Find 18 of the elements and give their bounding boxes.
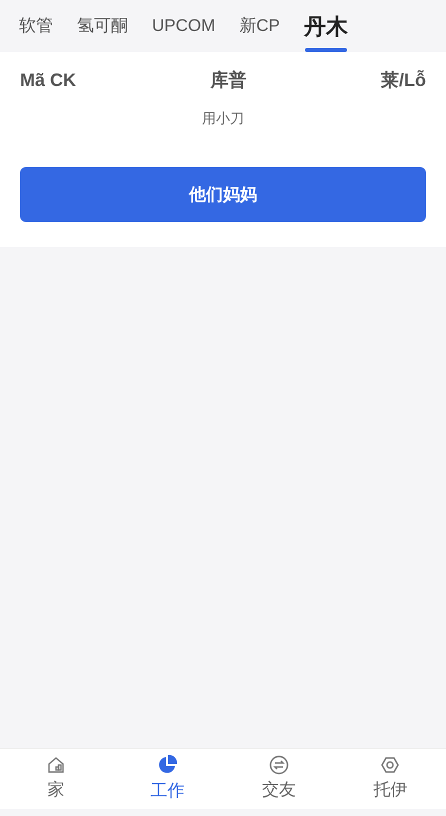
tab[interactable]: UPCOM — [141, 0, 226, 52]
settings-icon — [380, 755, 400, 776]
tab-underline — [304, 48, 347, 52]
exchange-icon — [268, 755, 289, 776]
nav-item[interactable]: 托伊 — [334, 749, 446, 809]
column-header: 莱/Lỗ — [380, 68, 426, 92]
column-header: Mã CK — [20, 68, 76, 92]
nav-item[interactable]: 工作 — [112, 749, 223, 809]
nav-item[interactable]: 交友 — [223, 749, 334, 809]
tab[interactable]: 丹木 — [292, 0, 359, 52]
empty-message: 用小刀 — [202, 109, 244, 128]
action-button[interactable]: 他们妈妈 — [20, 167, 426, 222]
tab[interactable]: 软管 — [8, 0, 64, 52]
home-icon — [46, 755, 66, 776]
nav-item[interactable]: 家 — [0, 749, 112, 809]
column-header: 库普 — [210, 68, 246, 92]
tab[interactable]: 氢可酮 — [66, 0, 139, 52]
tab[interactable]: 新CP — [228, 0, 291, 52]
